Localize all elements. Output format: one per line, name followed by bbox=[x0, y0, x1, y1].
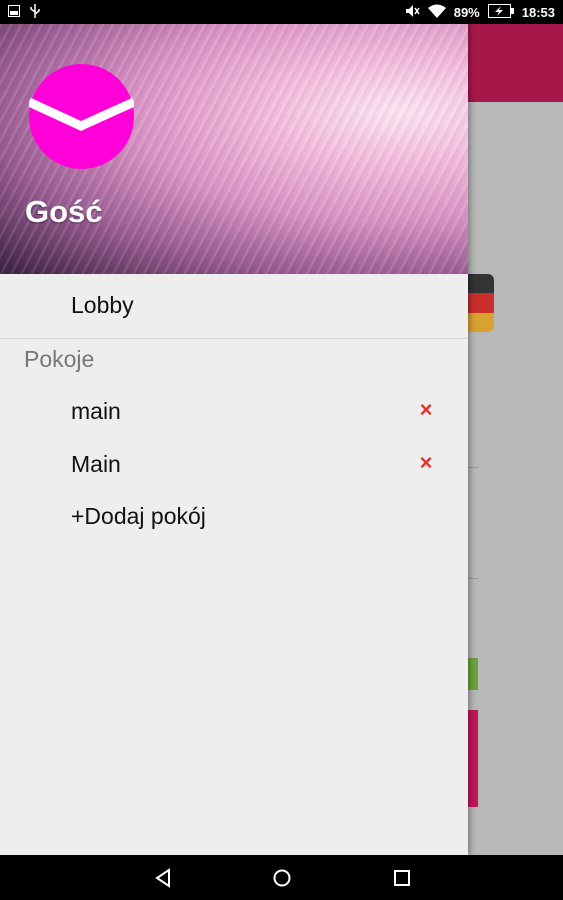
room-item-main[interactable]: main × bbox=[0, 386, 468, 438]
drawer-item-label: Lobby bbox=[71, 292, 134, 318]
clock: 18:53 bbox=[521, 5, 555, 20]
add-room-button[interactable]: +Dodaj pokój bbox=[0, 491, 468, 543]
battery-charging-icon bbox=[487, 4, 514, 21]
app-divider bbox=[468, 467, 478, 468]
recents-icon[interactable] bbox=[389, 865, 415, 891]
room-item-main-2[interactable]: Main × bbox=[0, 439, 468, 491]
drawer-header: Gość bbox=[0, 24, 468, 274]
battery-percent: 89% bbox=[453, 5, 480, 20]
screenshot-icon bbox=[8, 5, 20, 20]
app-red-element bbox=[468, 710, 478, 807]
home-icon[interactable] bbox=[269, 865, 295, 891]
drawer-item-lobby[interactable]: Lobby bbox=[0, 280, 468, 332]
drawer-divider bbox=[0, 338, 468, 339]
app-divider bbox=[468, 578, 478, 579]
app-logo-icon bbox=[29, 64, 134, 169]
wifi-icon bbox=[427, 4, 446, 21]
navigation-drawer: Gość Lobby Pokoje main × Main × +Dodaj p… bbox=[0, 24, 468, 855]
remove-room-icon[interactable]: × bbox=[416, 452, 436, 474]
username: Gość bbox=[25, 194, 103, 229]
usb-icon bbox=[30, 4, 40, 21]
app-green-element bbox=[468, 658, 478, 690]
system-nav-bar bbox=[0, 855, 563, 900]
status-bar: 89% 18:53 bbox=[0, 0, 563, 24]
rooms-section-title: Pokoje bbox=[24, 346, 95, 372]
german-flag bbox=[468, 274, 494, 332]
remove-room-icon[interactable]: × bbox=[416, 399, 436, 421]
add-room-label: +Dodaj pokój bbox=[71, 503, 206, 529]
mute-icon bbox=[404, 3, 420, 22]
room-name: main bbox=[71, 398, 121, 424]
room-name: Main bbox=[71, 451, 121, 477]
back-icon[interactable] bbox=[150, 865, 176, 891]
